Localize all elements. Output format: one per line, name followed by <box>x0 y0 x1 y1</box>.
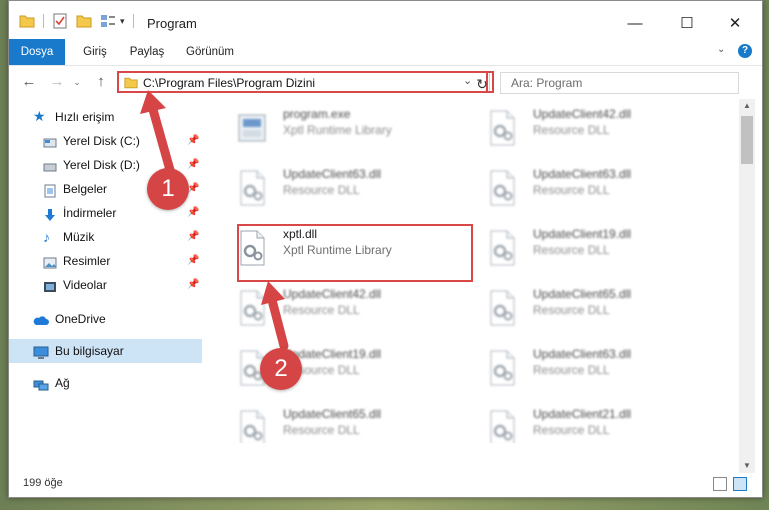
annotation-overlay <box>140 90 289 351</box>
step-1-badge: 1 <box>147 168 189 210</box>
step-2-badge: 2 <box>260 348 302 390</box>
arrow-2 <box>261 281 289 351</box>
arrow-1 <box>140 90 175 175</box>
